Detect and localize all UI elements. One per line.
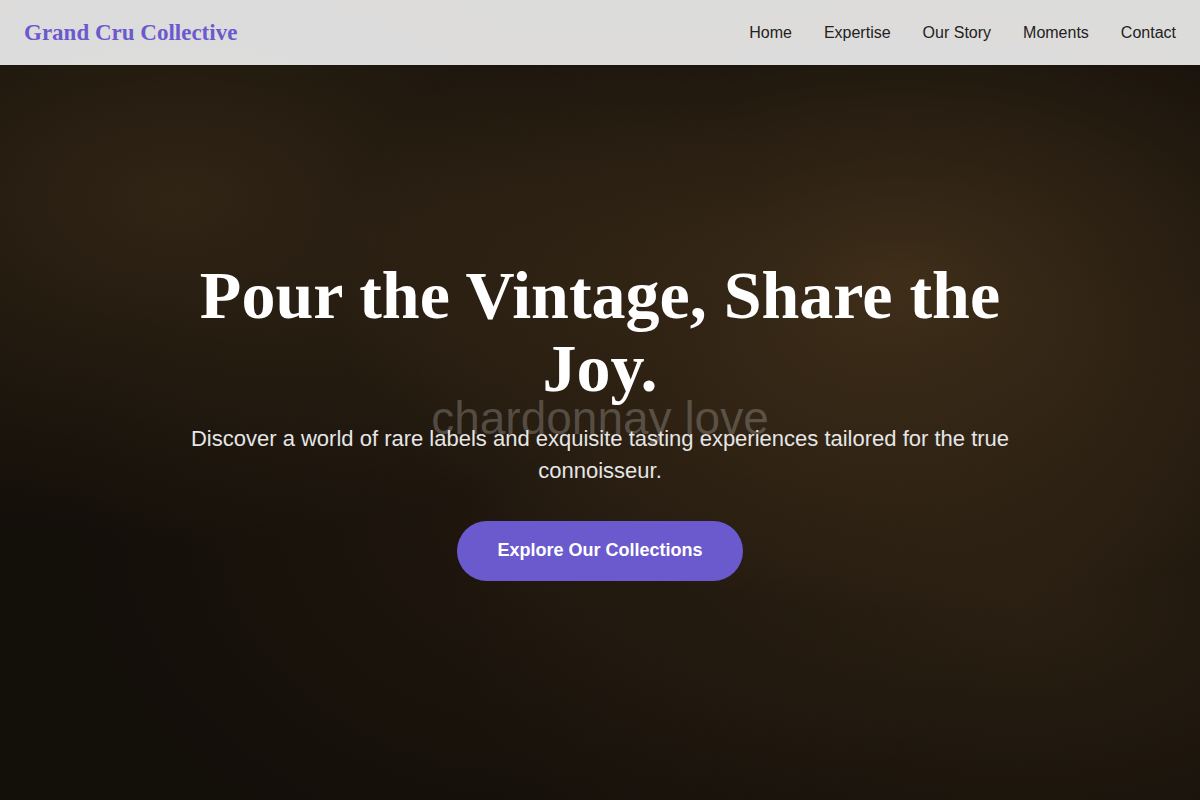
nav-link[interactable]: Moments: [1023, 24, 1089, 42]
landing-page: Grand Cru Collective Home Expertise Our Sto…: [0, 0, 1200, 800]
hero: Pour the Vintage, Share the Joy. chardonn…: [0, 0, 1200, 800]
hero-content: Pour the Vintage, Share the Joy. chardonn…: [170, 219, 1030, 581]
nav-link[interactable]: Contact: [1121, 24, 1176, 42]
nav-bar: Grand Cru Collective Home Expertise Our Sto…: [0, 0, 1200, 65]
logo[interactable]: Grand Cru Collective: [24, 20, 237, 46]
explore-button[interactable]: Explore Our Collections: [457, 521, 742, 581]
nav-links: Home Expertise Our Story Moments Contact: [749, 24, 1176, 42]
subtitle-wrap: chardonnay loveDiscover a world of rare …: [170, 423, 1030, 487]
hero-title: Pour the Vintage, Share the Joy.: [190, 259, 1010, 405]
nav-link[interactable]: Our Story: [923, 24, 991, 42]
hero-subtitle: Discover a world of rare labels and exqu…: [170, 423, 1030, 487]
nav-link[interactable]: Home: [749, 24, 792, 42]
nav-link[interactable]: Expertise: [824, 24, 891, 42]
